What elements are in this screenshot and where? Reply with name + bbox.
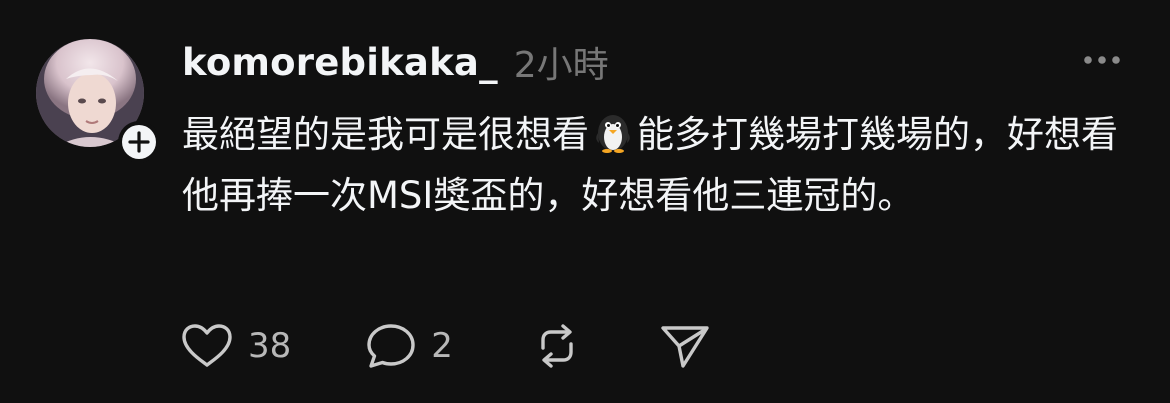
post-header: komorebikaka_ 2小時 [182,38,1150,86]
username[interactable]: komorebikaka_ [182,41,498,84]
plus-icon [122,125,156,159]
comment-icon [367,324,415,368]
reply-count: 2 [431,326,453,366]
action-bar: 38 2 [180,322,711,370]
like-button[interactable]: 38 [180,322,291,370]
avatar-container[interactable] [36,39,160,163]
timestamp[interactable]: 2小時 [514,36,609,88]
penguin-emoji-icon [596,115,630,153]
more-options-button[interactable] [1082,52,1122,68]
more-horizontal-icon [1084,56,1120,64]
share-button[interactable] [659,322,711,370]
like-count: 38 [248,326,292,366]
reply-button[interactable]: 2 [365,322,453,370]
repost-icon [541,324,573,368]
post-body: 最絕望的是我可是很想看 能多打幾場打幾場的，好想看他再捧一次MSI獎盃的，好想看… [182,104,1132,226]
repost-button[interactable] [531,322,583,370]
post-text-part1: 最絕望的是我可是很想看 [182,113,589,156]
heart-icon [182,324,232,367]
follow-button[interactable] [118,121,160,163]
send-icon [661,326,709,368]
thread-post: komorebikaka_ 2小時 最絕望的是我可是很想看 能多打幾場打幾場的，… [0,0,1170,403]
